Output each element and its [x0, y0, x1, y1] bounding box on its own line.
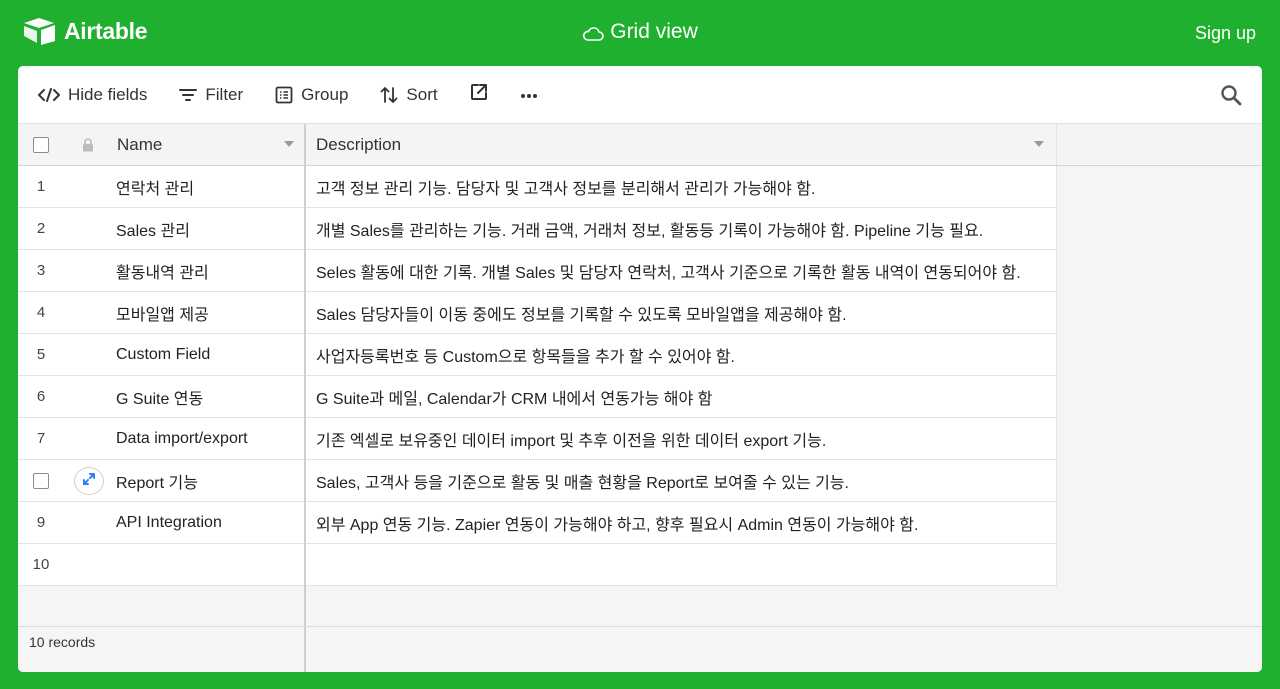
group-icon — [275, 86, 293, 104]
row-number: 5 — [36, 346, 46, 363]
search-icon — [1220, 85, 1242, 110]
right-rows: 고객 정보 관리 기능. 담당자 및 고객사 정보를 분리해서 관리가 가능해야… — [306, 166, 1262, 586]
sort-label: Sort — [406, 84, 438, 104]
filter-label: Filter — [205, 84, 244, 104]
description-cell[interactable]: Sales 담당자들이 이동 중에도 정보를 기록할 수 있도록 모바일앱을 제… — [316, 292, 847, 333]
name-column-menu-icon[interactable] — [284, 141, 294, 147]
group-label: Group — [301, 84, 349, 104]
lock-icon — [82, 124, 94, 165]
row-number: 1 — [36, 178, 46, 195]
row-checkbox[interactable] — [18, 460, 64, 501]
filter-button[interactable]: Filter — [179, 79, 243, 111]
table-row[interactable]: 사업자등록번호 등 Custom으로 항목들을 추가 할 수 있어야 함. — [306, 334, 1057, 376]
description-cell[interactable]: 외부 App 연동 기능. Zapier 연동이 가능해야 하고, 향후 필요시… — [316, 502, 918, 543]
column-header-name[interactable]: Name — [117, 124, 162, 165]
table-row[interactable] — [306, 544, 1057, 586]
name-cell[interactable]: 연락처 관리 — [116, 166, 194, 207]
group-button[interactable]: Group — [275, 79, 348, 111]
table-row[interactable]: 기존 엑셀로 보유중인 데이터 import 및 추후 이전을 위한 데이터 e… — [306, 418, 1057, 460]
row-number: 10 — [32, 556, 50, 573]
description-cell[interactable]: 고객 정보 관리 기능. 담당자 및 고객사 정보를 분리해서 관리가 가능해야… — [316, 166, 815, 207]
hide-fields-button[interactable]: Hide fields — [38, 79, 147, 111]
column-header-description[interactable]: Description — [316, 124, 401, 165]
table-row[interactable]: 개별 Sales를 관리하는 기능. 거래 금액, 거래처 정보, 활동등 기록… — [306, 208, 1057, 250]
expand-record-button[interactable] — [74, 467, 104, 495]
view-title: Grid view — [0, 20, 1280, 44]
checkbox-box[interactable] — [33, 136, 49, 153]
hide-fields-label: Hide fields — [68, 84, 148, 104]
description-cell[interactable]: 기존 엑셀로 보유중인 데이터 import 및 추후 이전을 위한 데이터 e… — [316, 418, 826, 459]
view-title-text: Grid view — [610, 20, 698, 43]
cloud-icon — [582, 24, 605, 41]
row-number: 3 — [36, 262, 46, 279]
sign-up-link[interactable]: Sign up — [1195, 23, 1256, 44]
fields-pane: Description 고객 정보 관리 기능. 담당자 및 고객사 정보를 분… — [306, 124, 1262, 626]
description-cell[interactable]: 개별 Sales를 관리하는 기능. 거래 금액, 거래처 정보, 활동등 기록… — [316, 208, 983, 249]
description-column-menu-icon[interactable] — [1034, 141, 1044, 147]
name-cell[interactable]: Report 기능 — [116, 460, 198, 501]
description-cell[interactable]: 사업자등록번호 등 Custom으로 항목들을 추가 할 수 있어야 함. — [316, 334, 735, 375]
top-bar: Airtable Grid view Sign up — [0, 0, 1280, 66]
records-grid: Name 1 연락처 관리 2 Sales 관리 3 활동내역 관리 4 모바일앱 제공 5 Cu… — [18, 124, 1262, 626]
name-cell[interactable]: Data import/export — [116, 418, 248, 459]
table-row[interactable]: 3 활동내역 관리 — [18, 250, 304, 292]
table-row[interactable]: 1 연락처 관리 — [18, 166, 304, 208]
share-icon — [470, 83, 488, 106]
name-cell[interactable]: G Suite 연동 — [116, 376, 203, 417]
table-row[interactable]: G Suite과 메일, Calendar가 CRM 내에서 연동가능 해야 함 — [306, 376, 1057, 418]
checkbox-box[interactable] — [33, 472, 49, 489]
table-row[interactable]: 5 Custom Field — [18, 334, 304, 376]
record-count: 10 records — [29, 634, 96, 650]
name-cell[interactable]: 모바일앱 제공 — [116, 292, 209, 333]
table-row[interactable]: 6 G Suite 연동 — [18, 376, 304, 418]
name-cell[interactable]: Custom Field — [116, 334, 210, 375]
table-row[interactable]: 10 — [18, 544, 304, 586]
right-header-row: Description — [306, 124, 1262, 166]
main-card: Hide fields Filter Group Sort Name 1 연락처… — [18, 66, 1262, 672]
table-row[interactable]: 7 Data import/export — [18, 418, 304, 460]
left-rows: 1 연락처 관리 2 Sales 관리 3 활동내역 관리 4 모바일앱 제공 5 Custom … — [18, 166, 304, 586]
summary-bar: 10 records — [18, 626, 1262, 672]
row-number: 4 — [36, 304, 46, 321]
description-cell[interactable]: G Suite과 메일, Calendar가 CRM 내에서 연동가능 해야 함 — [316, 376, 712, 417]
name-cell[interactable]: Sales 관리 — [116, 208, 190, 249]
left-header-row: Name — [18, 124, 304, 166]
primary-field-pane: Name 1 연락처 관리 2 Sales 관리 3 활동내역 관리 4 모바일앱 제공 5 Cu… — [18, 124, 306, 626]
table-row[interactable]: Sales 담당자들이 이동 중에도 정보를 기록할 수 있도록 모바일앱을 제… — [306, 292, 1057, 334]
sort-button[interactable]: Sort — [380, 79, 438, 111]
share-view-button[interactable] — [470, 83, 488, 106]
hide-fields-icon — [38, 87, 60, 103]
sort-icon — [380, 86, 398, 104]
row-number: 2 — [36, 220, 46, 237]
row-number: 7 — [36, 430, 46, 447]
select-all-checkbox[interactable] — [33, 124, 49, 165]
summary-left: 10 records — [18, 627, 306, 672]
name-cell[interactable]: 활동내역 관리 — [116, 250, 209, 291]
table-row[interactable]: 2 Sales 관리 — [18, 208, 304, 250]
table-row[interactable]: 고객 정보 관리 기능. 담당자 및 고객사 정보를 분리해서 관리가 가능해야… — [306, 166, 1057, 208]
table-row[interactable]: 외부 App 연동 기능. Zapier 연동이 가능해야 하고, 향후 필요시… — [306, 502, 1057, 544]
name-cell[interactable]: API Integration — [116, 502, 222, 543]
view-toolbar: Hide fields Filter Group Sort — [18, 66, 1262, 124]
description-header-cell[interactable]: Description — [306, 124, 1057, 165]
description-cell[interactable]: Seles 활동에 대한 기록. 개별 Sales 및 담당자 연락처, 고객사… — [316, 250, 1021, 291]
more-options-button[interactable] — [520, 86, 538, 104]
row-number: 9 — [36, 514, 46, 531]
table-row[interactable]: Report 기능 — [18, 460, 304, 502]
expand-icon — [82, 472, 96, 491]
description-cell[interactable]: Sales, 고객사 등을 기준으로 활동 및 매출 현황을 Report로 보… — [316, 460, 849, 501]
table-row[interactable]: Sales, 고객사 등을 기준으로 활동 및 매출 현황을 Report로 보… — [306, 460, 1057, 502]
more-icon — [520, 86, 538, 104]
search-button[interactable] — [1220, 84, 1242, 111]
filter-icon — [179, 88, 198, 102]
row-number: 6 — [36, 388, 46, 405]
table-row[interactable]: Seles 활동에 대한 기록. 개별 Sales 및 담당자 연락처, 고객사… — [306, 250, 1057, 292]
table-row[interactable]: 9 API Integration — [18, 502, 304, 544]
table-row[interactable]: 4 모바일앱 제공 — [18, 292, 304, 334]
